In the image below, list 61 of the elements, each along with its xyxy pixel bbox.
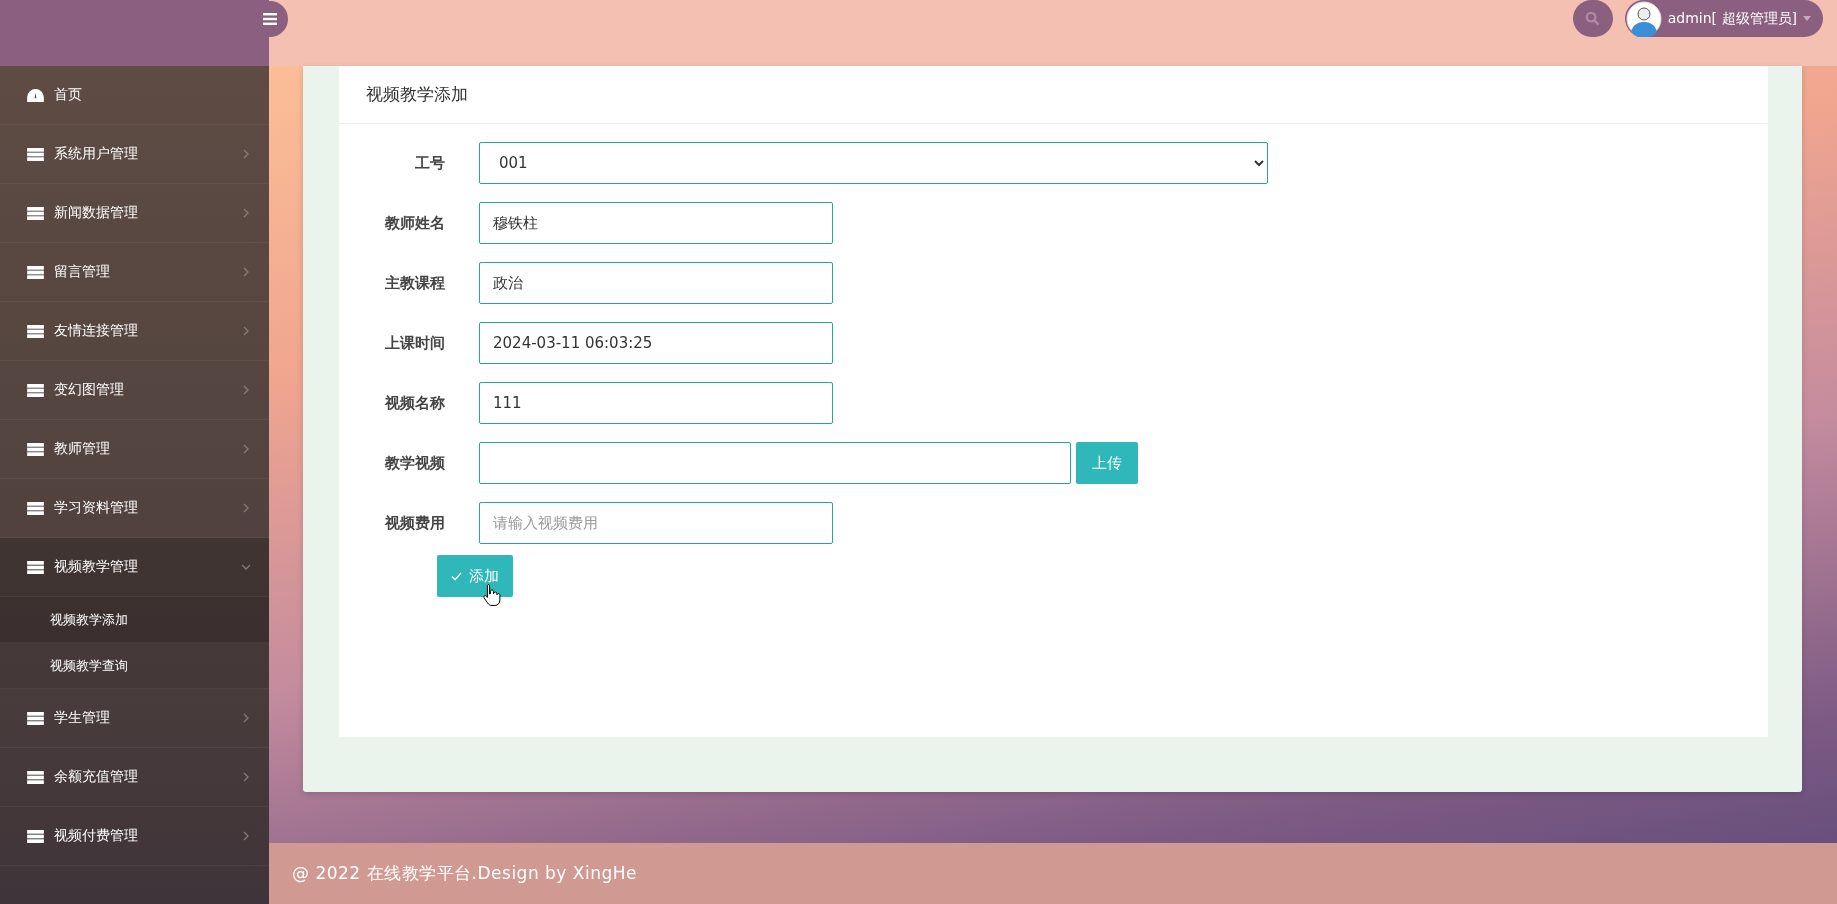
sidebar-item[interactable]: 留言管理 bbox=[0, 243, 269, 302]
search-button[interactable] bbox=[1572, 0, 1613, 37]
sidebar-item[interactable]: 视频教学管理 bbox=[0, 538, 269, 597]
chevron-right-icon bbox=[241, 208, 251, 218]
sidebar-item[interactable]: 系统用户管理 bbox=[0, 125, 269, 184]
menu-icon bbox=[263, 13, 277, 25]
input-field[interactable]: 穆铁柱 bbox=[479, 202, 833, 244]
chevron-right-icon bbox=[241, 444, 251, 454]
search-icon bbox=[1585, 11, 1601, 26]
server-icon bbox=[27, 383, 44, 397]
chevron-right-icon bbox=[241, 713, 251, 723]
field-label: 上课时间 bbox=[384, 333, 445, 353]
chevron-right-icon bbox=[241, 503, 251, 513]
chevron-right-icon bbox=[241, 831, 251, 841]
file-field[interactable] bbox=[479, 442, 1071, 484]
submenu-item[interactable]: 视频教学添加 bbox=[0, 597, 269, 643]
sidebar-item[interactable]: 视频付费管理 bbox=[0, 807, 269, 866]
input-field[interactable]: 111 bbox=[479, 382, 833, 424]
hand-cursor-icon bbox=[483, 583, 501, 607]
server-icon bbox=[27, 770, 44, 784]
sidebar-item[interactable]: 余额充值管理 bbox=[0, 748, 269, 807]
sidebar-item[interactable]: 学习资料管理 bbox=[0, 479, 269, 538]
server-icon bbox=[27, 501, 44, 515]
sidebar-item[interactable]: 教师管理 bbox=[0, 420, 269, 479]
sidebar-item[interactable]: 友情连接管理 bbox=[0, 302, 269, 361]
chevron-right-icon bbox=[241, 326, 251, 336]
server-icon bbox=[27, 265, 44, 279]
sidebar-item[interactable]: 学生管理 bbox=[0, 689, 269, 748]
sidebar-item[interactable]: 新闻数据管理 bbox=[0, 184, 269, 243]
server-icon bbox=[27, 442, 44, 456]
avatar-icon bbox=[1625, 0, 1662, 37]
submenu-item[interactable]: 视频教学查询 bbox=[0, 643, 269, 689]
chevron-right-icon bbox=[241, 149, 251, 159]
chevron-right-icon bbox=[241, 385, 251, 395]
field-label: 视频名称 bbox=[384, 393, 445, 413]
caret-icon bbox=[1803, 16, 1811, 21]
server-icon bbox=[27, 206, 44, 220]
check-icon bbox=[451, 571, 462, 581]
panel-title: 视频教学添加 bbox=[339, 66, 1768, 124]
field-label: 教师姓名 bbox=[384, 213, 445, 233]
server-icon bbox=[27, 147, 44, 161]
input-field[interactable]: 政治 bbox=[479, 262, 833, 304]
server-icon bbox=[27, 324, 44, 338]
input-field[interactable]: 请输入视频费用 bbox=[479, 502, 833, 544]
field-label: 教学视频 bbox=[384, 453, 445, 473]
copyright-text: @ 2022 在线教学平台.Design by XingHe bbox=[292, 862, 637, 885]
server-icon bbox=[27, 560, 44, 574]
chevron-down-icon bbox=[241, 562, 251, 572]
chevron-right-icon bbox=[241, 267, 251, 277]
select-field[interactable]: 001 bbox=[479, 142, 1268, 184]
field-label: 视频费用 bbox=[384, 513, 445, 533]
sidebar-item[interactable]: 变幻图管理 bbox=[0, 361, 269, 420]
dashboard-icon bbox=[27, 88, 44, 102]
user-menu[interactable]: admin[ 超级管理员] bbox=[1624, 0, 1823, 37]
server-icon bbox=[27, 829, 44, 843]
field-label: 主教课程 bbox=[384, 273, 445, 293]
input-field[interactable]: 2024-03-11 06:03:25 bbox=[479, 322, 833, 364]
server-icon bbox=[27, 711, 44, 725]
field-label: 工号 bbox=[414, 153, 445, 173]
sidebar-item[interactable]: 首页 bbox=[0, 66, 269, 125]
chevron-right-icon bbox=[241, 772, 251, 782]
